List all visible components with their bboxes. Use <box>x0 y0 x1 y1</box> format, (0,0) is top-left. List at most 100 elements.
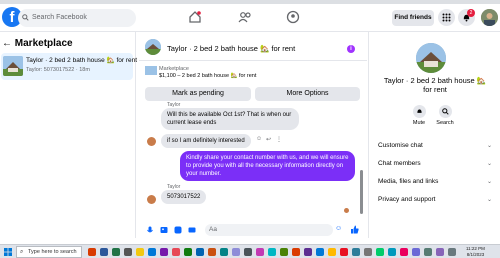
conversation-item[interactable]: Taylor · 2 bed 2 bath house 🏡 for rent T… <box>1 53 137 80</box>
taskbar-app-icon[interactable] <box>160 248 168 256</box>
taskbar-app-icon[interactable] <box>232 248 240 256</box>
chat-details-panel: Taylor · 2 bed 2 bath house 🏡 for rent M… <box>368 32 500 238</box>
listing-card-price: $1,100 – 2 bed 2 bath house 🏡 for rent <box>159 73 257 79</box>
thumbs-up-icon[interactable] <box>350 225 359 234</box>
taskbar-app-icon[interactable] <box>220 248 228 256</box>
marketplace-header: ← Marketplace <box>2 38 73 49</box>
taskbar-app-icon[interactable] <box>304 248 312 256</box>
search-conversation-button[interactable]: Search <box>435 105 455 126</box>
mute-label: Mute <box>412 120 426 126</box>
taskbar-app-icon[interactable] <box>280 248 288 256</box>
menu-button[interactable] <box>438 9 455 26</box>
scrollbar-thumb[interactable] <box>360 170 363 214</box>
more-options-button[interactable]: More Options <box>255 87 360 101</box>
taskbar-app-icon[interactable] <box>184 248 192 256</box>
message-input[interactable]: Aa <box>205 224 333 236</box>
taskbar-app-icon[interactable] <box>124 248 132 256</box>
taskbar-app-icon[interactable] <box>376 248 384 256</box>
chat-window: Taylor · 2 bed 2 bath house 🏡 for rent i… <box>139 32 367 238</box>
taskbar-app-icon[interactable] <box>292 248 300 256</box>
taskbar-search-input[interactable]: ⌕ Type here to search <box>16 246 82 258</box>
mute-button[interactable]: Mute <box>409 105 429 126</box>
info-icon[interactable]: i <box>347 45 355 53</box>
seen-avatar <box>344 208 349 213</box>
back-arrow-icon[interactable]: ← <box>2 38 12 49</box>
search-icon <box>441 108 449 115</box>
taskbar-app-icon[interactable] <box>136 248 144 256</box>
chat-members-row[interactable]: Chat members ⌄ <box>378 160 494 167</box>
customise-chat-row[interactable]: Customise chat ⌄ <box>378 142 494 149</box>
taskbar-app-icon[interactable] <box>340 248 348 256</box>
marketplace-title: Marketplace <box>14 38 73 49</box>
bell-icon <box>416 109 422 113</box>
taskbar-app-icon[interactable] <box>196 248 204 256</box>
friends-icon[interactable] <box>238 10 252 24</box>
taskbar-app-icon[interactable] <box>148 248 156 256</box>
microphone-icon[interactable] <box>146 226 154 234</box>
taskbar-app-icon[interactable] <box>100 248 108 256</box>
sticker-icon[interactable] <box>174 226 182 234</box>
privacy-support-row[interactable]: Privacy and support ⌄ <box>378 196 494 203</box>
mark-as-pending-button[interactable]: Mark as pending <box>145 87 251 101</box>
conversation-title: Taylor · 2 bed 2 bath house 🏡 for rent <box>26 57 138 64</box>
more-actions-icon[interactable]: ⋮ <box>276 136 282 143</box>
home-icon[interactable] <box>188 10 202 24</box>
taskbar-app-icon[interactable] <box>268 248 276 256</box>
taskbar-app-icon[interactable] <box>112 248 120 256</box>
listing-thumbnail <box>3 56 23 76</box>
media-files-links-row[interactable]: Media, files and links ⌄ <box>378 178 494 185</box>
search-icon: ⌕ <box>20 249 24 255</box>
taskbar-app-icon[interactable] <box>400 248 408 256</box>
listing-card[interactable]: Marketplace $1,100 – 2 bed 2 bath house … <box>139 61 367 87</box>
profile-avatar[interactable] <box>481 9 498 26</box>
chat-title[interactable]: Taylor · 2 bed 2 bath house 🏡 for rent <box>167 44 295 53</box>
taskbar-app-icon[interactable] <box>412 248 420 256</box>
emoji-reaction-icon[interactable]: ☺ <box>256 136 262 142</box>
taskbar-app-icon[interactable] <box>448 248 456 256</box>
taskbar-app-icon[interactable] <box>172 248 180 256</box>
taskbar-clock[interactable]: 11:22 PM 8/1/2023 <box>466 246 485 258</box>
taskbar-app-icon[interactable] <box>436 248 444 256</box>
taskbar-app-icon[interactable] <box>88 248 96 256</box>
message-composer: Aa ☺ <box>139 223 367 238</box>
marketplace-inbox-panel: ← Marketplace Taylor · 2 bed 2 bath hous… <box>0 32 137 238</box>
conversation-preview: Taylor: 5073017522 · 18m <box>26 67 90 73</box>
search-input[interactable]: Search Facebook <box>18 9 136 27</box>
row-label: Customise chat <box>378 142 423 149</box>
search-placeholder: Search Facebook <box>32 14 87 21</box>
groups-icon[interactable] <box>286 10 300 24</box>
listing-card-label: Marketplace <box>159 66 189 72</box>
message-list: Taylor Will this be available Oct 1st? T… <box>139 102 367 224</box>
chat-avatar[interactable] <box>145 39 161 55</box>
message-bubble-incoming: if so I am definitely interested <box>161 134 251 148</box>
image-icon[interactable] <box>160 226 168 234</box>
taskbar-app-icon[interactable] <box>364 248 372 256</box>
taskbar-app-icon[interactable] <box>328 248 336 256</box>
taskbar-app-icon[interactable] <box>208 248 216 256</box>
taskbar-app-icon[interactable] <box>388 248 396 256</box>
row-label: Media, files and links <box>378 178 439 185</box>
row-label: Chat members <box>378 160 421 167</box>
emoji-icon[interactable]: ☺ <box>335 225 342 232</box>
row-label: Privacy and support <box>378 196 436 203</box>
chevron-down-icon: ⌄ <box>486 197 492 203</box>
taskbar-app-icon[interactable] <box>424 248 432 256</box>
taskbar-app-icon[interactable] <box>256 248 264 256</box>
find-friends-button[interactable]: Find friends <box>392 10 434 26</box>
taskbar-app-icon[interactable] <box>244 248 252 256</box>
chevron-down-icon: ⌄ <box>486 179 492 185</box>
top-navigation-bar: f Search Facebook Find friends 2 <box>0 4 500 32</box>
windows-start-icon[interactable] <box>4 248 12 256</box>
taskbar-app-icon[interactable] <box>352 248 360 256</box>
taskbar-app-icon[interactable] <box>316 248 324 256</box>
listing-card-thumbnail <box>145 66 157 75</box>
chat-scrollbar[interactable] <box>359 102 363 224</box>
message-bubble-incoming: 5073017522 <box>161 190 207 204</box>
sender-avatar <box>147 137 156 146</box>
reply-icon[interactable]: ↩ <box>266 136 271 143</box>
gif-icon[interactable] <box>188 226 196 234</box>
details-avatar[interactable] <box>416 43 446 73</box>
taskbar-search-placeholder: Type here to search <box>28 249 77 255</box>
chevron-down-icon: ⌄ <box>486 143 492 149</box>
chat-header: Taylor · 2 bed 2 bath house 🏡 for rent i <box>139 32 367 61</box>
